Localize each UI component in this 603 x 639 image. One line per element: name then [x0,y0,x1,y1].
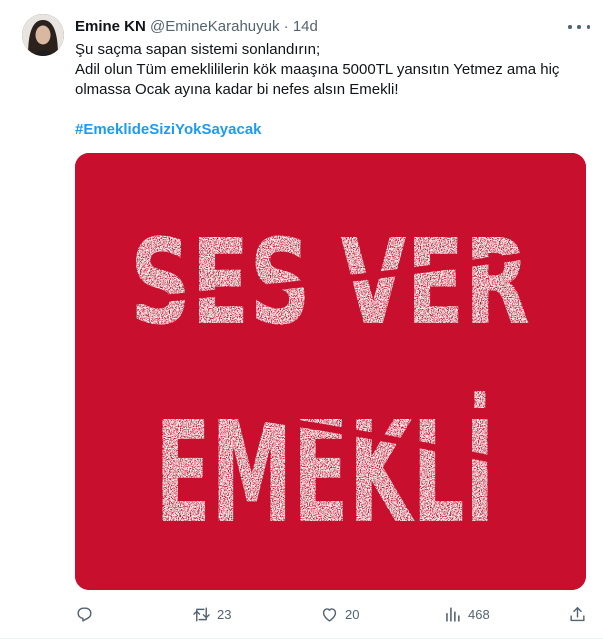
more-options-icon[interactable] [568,18,590,36]
tweet-actions: 23 20 468 [75,602,587,626]
retweet-icon [193,606,210,622]
views-button[interactable]: 468 [443,602,490,626]
avatar-photo [22,14,64,56]
image-text-line2: EMEKLİ [155,390,495,555]
author-handle[interactable]: @EmineKarahuyuk [150,18,279,35]
like-count: 20 [345,606,360,622]
tweet-timestamp[interactable]: 14d [293,18,318,35]
tweet-text: Şu saçma sapan sistemi sonlandırın; Adil… [75,40,585,100]
heart-icon [322,607,337,622]
tweet-card[interactable]: Emine KN @EmineKarahuyuk · 14d Şu saçma … [0,0,603,639]
share-icon [570,606,585,621]
retweet-button[interactable]: 23 [192,602,231,626]
tweet-text-line: Adil olun Tüm emeklililerin kök maaşına … [75,61,560,78]
views-count: 468 [468,606,490,622]
retweet-count: 23 [217,606,232,622]
reply-button[interactable] [75,602,94,626]
like-button[interactable]: 20 [320,602,359,626]
avatar[interactable] [22,14,64,56]
views-chart-icon [446,606,460,622]
share-button[interactable] [568,602,587,626]
hashtag-link[interactable]: #EmeklideSiziYokSayacak [75,120,262,140]
tweet-image[interactable]: SES VER EMEKLİ [75,153,586,590]
reply-icon [77,606,92,622]
header-separator: · [283,18,289,35]
tweet-text-line: Şu saçma sapan sistemi sonlandırın; [75,41,321,58]
tweet-text-line: olmassa Ocak ayına kadar bi nefes alsın … [75,81,399,98]
author-name[interactable]: Emine KN [75,18,146,35]
ses-ver-emekli-graphic: SES VER EMEKLİ [75,153,586,590]
tweet-header: Emine KN @EmineKarahuyuk · 14d [75,17,318,37]
